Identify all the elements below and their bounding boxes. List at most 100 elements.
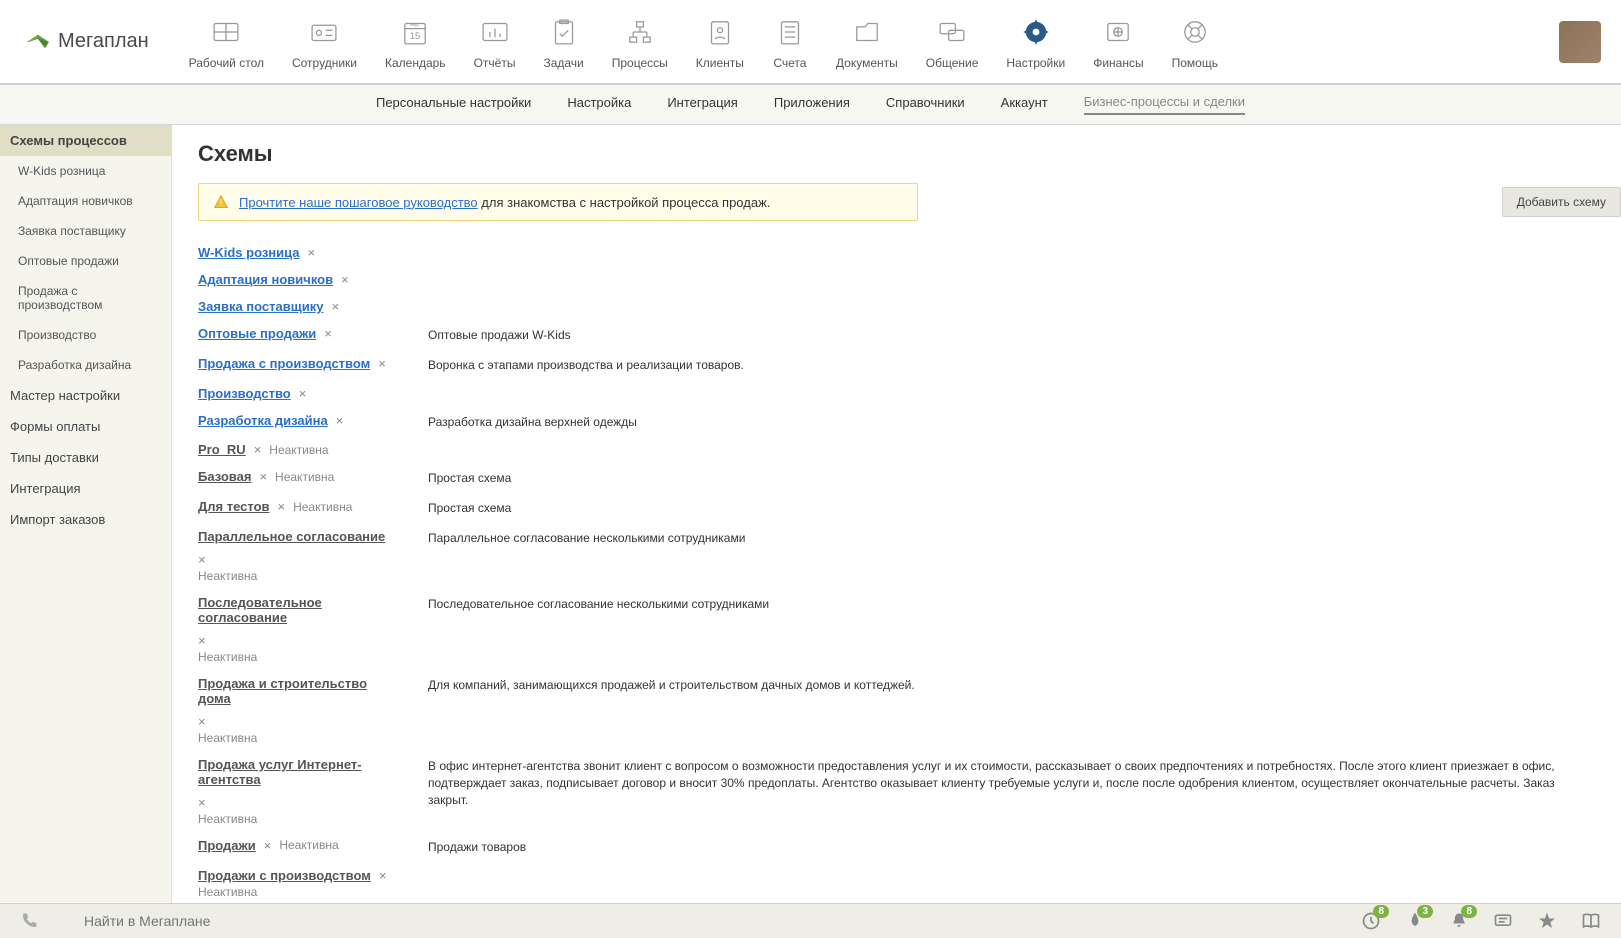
phone-icon[interactable] [20,912,38,930]
schema-link[interactable]: Продажа услуг Интернет-агентства [198,757,398,787]
sidebar-item[interactable]: Разработка дизайна [0,350,171,380]
calendar-icon: март15 [397,14,433,50]
delete-schema-icon[interactable]: × [198,714,206,729]
delete-schema-icon[interactable]: × [254,442,262,457]
delete-schema-icon[interactable]: × [198,795,206,810]
sidebar-item[interactable]: Типы доставки [0,442,171,473]
svg-text:!: ! [220,198,222,207]
delete-schema-icon[interactable]: × [308,245,316,260]
schema-link[interactable]: W-Kids розница [198,245,300,260]
schema-link[interactable]: Заявка поставщику [198,299,323,314]
fire-icon[interactable]: 3 [1405,911,1425,931]
schema-link[interactable]: Оптовые продажи [198,326,316,341]
guide-notice: ! Прочтите наше пошаговое руководство дл… [198,183,918,221]
guide-link[interactable]: Прочтите наше пошаговое руководство [239,195,478,210]
nav-invoices[interactable]: Счета [772,14,808,70]
delete-schema-icon[interactable]: × [278,499,286,514]
delete-schema-icon[interactable]: × [264,838,272,853]
add-schema-button[interactable]: Добавить схему [1502,187,1621,217]
delete-schema-icon[interactable]: × [336,413,344,428]
delete-schema-icon[interactable]: × [198,552,206,567]
schema-row: W-Kids розница × [198,239,1595,266]
sidebar-item[interactable]: W-Kids розница [0,156,171,186]
nav-finance[interactable]: Финансы [1093,14,1143,70]
nav-employees[interactable]: Сотрудники [292,14,357,70]
nav-documents[interactable]: Документы [836,14,898,70]
subnav-references[interactable]: Справочники [886,95,965,114]
schema-link[interactable]: Продажа и строительство дома [198,676,398,706]
nav-calendar[interactable]: март15 Календарь [385,14,446,70]
schema-description: Разработка дизайна верхней одежды [428,413,1595,431]
subnav-personal[interactable]: Персональные настройки [376,95,531,114]
message-icon[interactable] [1493,911,1513,931]
subnav-integration[interactable]: Интеграция [667,95,738,114]
schema-link[interactable]: Разработка дизайна [198,413,328,428]
schema-row: Продажа с производством × Воронка с этапам… [198,350,1595,380]
sidebar-item[interactable]: Продажа с производством [0,276,171,320]
safe-icon [1100,14,1136,50]
nav-settings[interactable]: Настройки [1006,14,1065,70]
schema-link[interactable]: Продажи с производством [198,868,371,883]
sidebar-item[interactable]: Адаптация новичков [0,186,171,216]
schema-link[interactable]: Адаптация новичков [198,272,333,287]
schema-description: Воронка с этапами производства и реализа… [428,356,1595,374]
subnav-config[interactable]: Настройка [567,95,631,114]
bell-icon[interactable]: 8 [1449,911,1469,931]
sidebar-item[interactable]: Схемы процессов [0,125,171,156]
schema-link[interactable]: Для тестов [198,499,270,514]
nav-label: Финансы [1093,56,1143,70]
guide-text: для знакомства с настройкой процесса про… [478,195,771,210]
nav-reports[interactable]: Отчёты [474,14,516,70]
receipt-icon [772,14,808,50]
schema-description: Продажи товаров [428,838,1595,856]
schema-link[interactable]: Базовая [198,469,251,484]
status-label: Неактивна [198,885,398,899]
nav-processes[interactable]: Процессы [612,14,668,70]
status-label: Неактивна [198,650,398,664]
delete-schema-icon[interactable]: × [259,469,267,484]
status-label: Неактивна [279,838,338,852]
star-icon[interactable] [1537,911,1557,931]
schema-link[interactable]: Производство [198,386,291,401]
nav-clients[interactable]: Клиенты [696,14,744,70]
clock-icon[interactable]: 8 [1361,911,1381,931]
sidebar-item[interactable]: Формы оплаты [0,411,171,442]
nav-desktop[interactable]: Рабочий стол [189,14,264,70]
sidebar-item[interactable]: Производство [0,320,171,350]
sidebar-item[interactable]: Импорт заказов [0,504,171,535]
schema-link[interactable]: Параллельное согласование [198,529,385,544]
nav-label: Документы [836,56,898,70]
subnav-processes[interactable]: Бизнес-процессы и сделки [1084,94,1245,115]
delete-schema-icon[interactable]: × [379,868,387,883]
schema-link[interactable]: Pro_RU [198,442,246,457]
schema-row: Оптовые продажи×Оптовые продажи W-Kids [198,320,1595,350]
schema-list: W-Kids розница×Адаптация новичков×Заявка… [198,239,1595,903]
sidebar-item[interactable]: Заявка поставщику [0,216,171,246]
schema-link[interactable]: Продажа с производством [198,356,370,371]
delete-schema-icon[interactable]: × [299,386,307,401]
logo[interactable]: Мегаплан [24,28,149,56]
subnav-apps[interactable]: Приложения [774,95,850,114]
nav-help[interactable]: Помощь [1172,14,1218,70]
user-avatar[interactable] [1559,21,1601,63]
delete-schema-icon[interactable]: × [341,272,349,287]
logo-icon [24,28,52,56]
subnav-account[interactable]: Аккаунт [1001,95,1048,114]
delete-schema-icon[interactable]: × [378,356,386,371]
sidebar-item[interactable]: Интеграция [0,473,171,504]
sidebar-item[interactable]: Оптовые продажи [0,246,171,276]
nav-tasks[interactable]: Задачи [543,14,583,70]
nav-communication[interactable]: Общение [926,14,979,70]
book-icon[interactable] [1581,911,1601,931]
nav-label: Сотрудники [292,56,357,70]
schema-link[interactable]: Продажи [198,838,256,853]
delete-schema-icon[interactable]: × [198,633,206,648]
delete-schema-icon[interactable]: × [331,299,339,314]
search-input[interactable] [54,913,1345,929]
nav-label: Отчёты [474,56,516,70]
delete-schema-icon[interactable]: × [324,326,332,341]
schema-link[interactable]: Последовательное согласование [198,595,398,625]
svg-text:март: март [411,22,421,27]
schema-row: Продажа и строительство дома×НеактивнаДл… [198,670,1595,751]
sidebar-item[interactable]: Мастер настройки [0,380,171,411]
